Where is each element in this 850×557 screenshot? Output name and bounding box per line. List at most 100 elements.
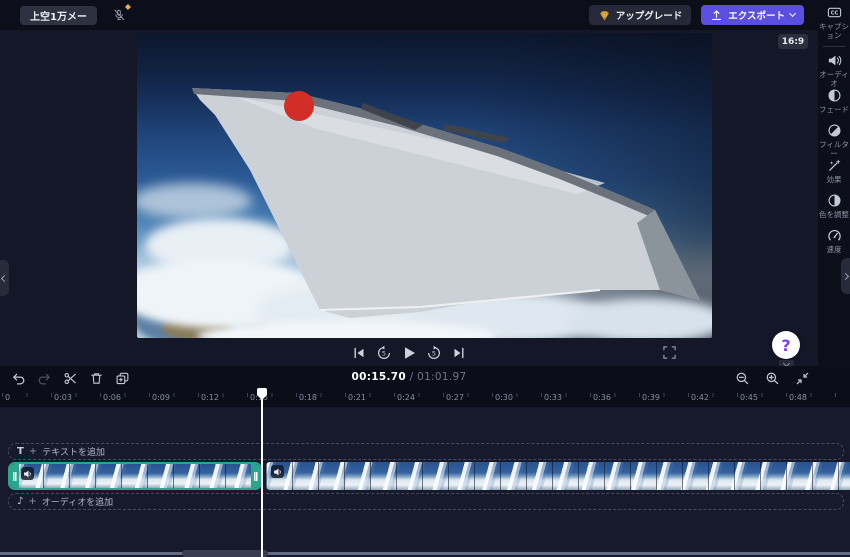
- play-button[interactable]: [398, 343, 420, 363]
- premium-badge-icon: [125, 4, 131, 10]
- time-display: 00:15.70 / 01:01.97: [0, 371, 818, 383]
- fade-icon: [827, 88, 842, 103]
- magic-wand-icon: [827, 158, 842, 173]
- svg-text:5: 5: [432, 349, 436, 357]
- export-icon: [710, 9, 723, 22]
- add-text-track[interactable]: T + テキストを追加: [8, 443, 844, 460]
- trim-handle-left[interactable]: [10, 464, 19, 488]
- upgrade-button[interactable]: アップグレード: [589, 5, 692, 25]
- rewind-5s-button[interactable]: 5: [373, 343, 395, 363]
- ruler-label: 0: [5, 393, 10, 402]
- speaker-icon: [827, 53, 842, 68]
- zoom-out-icon: [735, 371, 750, 386]
- sidebar-label: フェード: [819, 105, 849, 114]
- timeline-scrollbar-thumb[interactable]: [182, 550, 268, 557]
- aspect-ratio-badge[interactable]: 16:9: [778, 34, 808, 49]
- zoom-fit-button[interactable]: [790, 369, 814, 387]
- help-button[interactable]: ?: [772, 331, 800, 359]
- video-clip-2[interactable]: [266, 462, 850, 490]
- ruler-label: 0:39: [642, 393, 660, 402]
- playhead[interactable]: [261, 388, 263, 557]
- clip-audio-icon[interactable]: [271, 465, 284, 478]
- timeline-scrollbar[interactable]: [0, 552, 850, 555]
- zoom-in-button[interactable]: [760, 369, 784, 387]
- mic-off-button[interactable]: [107, 4, 131, 26]
- plus-icon: +: [29, 446, 37, 457]
- ruler-label: 0:48: [789, 393, 807, 402]
- clip-audio-icon[interactable]: [21, 467, 34, 480]
- ruler-label: 0:45: [740, 393, 758, 402]
- add-audio-track[interactable]: ♪ + オーディオを追加: [8, 493, 844, 510]
- svg-text:CC: CC: [830, 11, 838, 17]
- skip-start-button[interactable]: [348, 343, 370, 363]
- ruler-label: 0:18: [299, 393, 317, 402]
- clip-thumbnails: [17, 464, 253, 488]
- sidebar-label: 効果: [819, 175, 849, 184]
- fullscreen-button[interactable]: [659, 342, 679, 362]
- top-bar: 上空1万メー アップグレード エクスポート: [0, 0, 818, 30]
- collapse-right-panel-tab[interactable]: [841, 258, 850, 294]
- filter-icon: [827, 123, 842, 138]
- ruler-label: 0:36: [593, 393, 611, 402]
- plus-icon: +: [28, 496, 36, 507]
- ruler-label: 0:42: [691, 393, 709, 402]
- timeline: 00:15.70 / 01:01.97 0 0:03 0:06 0:09: [0, 366, 850, 557]
- music-note-icon: ♪: [17, 496, 23, 507]
- sidebar-item-filters[interactable]: フィルター: [818, 123, 850, 158]
- sidebar-divider: [823, 46, 845, 47]
- upgrade-label: アップグレード: [616, 8, 683, 22]
- fit-to-screen-icon: [795, 371, 810, 386]
- zoom-out-button[interactable]: [730, 369, 754, 387]
- ruler-label: 0:03: [54, 393, 72, 402]
- timeline-tracks: T + テキストを追加 ♪ + オーディオ: [0, 407, 850, 557]
- airplane-wing: [137, 33, 712, 338]
- sidebar-item-speed[interactable]: 速度: [818, 228, 850, 254]
- ruler-label: 0:27: [446, 393, 464, 402]
- zoom-in-icon: [765, 371, 780, 386]
- project-title-button[interactable]: 上空1万メー: [20, 6, 97, 25]
- chevron-right-icon: [842, 272, 849, 279]
- mic-off-icon: [113, 7, 125, 23]
- forward-5s-button[interactable]: 5: [423, 343, 445, 363]
- ruler-label: 0:33: [544, 393, 562, 402]
- fullscreen-icon: [662, 345, 677, 360]
- video-clip-1[interactable]: [8, 462, 262, 490]
- add-text-label: テキストを追加: [42, 445, 105, 458]
- chevron-down-icon: [789, 10, 796, 17]
- sidebar-label: フィルター: [819, 140, 849, 158]
- playback-controls: 5 5: [0, 342, 818, 364]
- properties-sidebar: CC キャプション オーディオ フェード フィルター: [818, 0, 850, 366]
- total-duration: 01:01.97: [417, 371, 466, 383]
- ruler-label: 0:24: [397, 393, 415, 402]
- sidebar-item-color-adjust[interactable]: 色を調整: [818, 193, 850, 219]
- sidebar-item-captions[interactable]: CC キャプション: [818, 5, 850, 40]
- export-button[interactable]: エクスポート: [701, 5, 804, 25]
- preview-stage: 16:9: [0, 30, 818, 366]
- skip-end-button[interactable]: [448, 343, 470, 363]
- contrast-icon: [827, 193, 842, 208]
- timeline-ruler[interactable]: 0 0:03 0:06 0:09 0:12 0:15 0:18 0:21 0:2…: [0, 390, 850, 407]
- sidebar-label: 色を調整: [819, 210, 849, 219]
- clip-thumbnails: [266, 462, 850, 490]
- sidebar-label: オーディオ: [819, 70, 849, 88]
- clipchamp-app: 上空1万メー アップグレード エクスポート: [0, 0, 850, 557]
- sidebar-item-fade[interactable]: フェード: [818, 88, 850, 114]
- timeline-toolbar: 00:15.70 / 01:01.97: [0, 366, 850, 390]
- ruler-label: 0:30: [495, 393, 513, 402]
- trim-handle-right[interactable]: [251, 464, 260, 488]
- export-label: エクスポート: [728, 8, 785, 22]
- ruler-label: 0:09: [152, 393, 170, 402]
- sidebar-item-audio[interactable]: オーディオ: [818, 53, 850, 88]
- diamond-gem-icon: [598, 9, 611, 22]
- video-preview[interactable]: [137, 33, 712, 338]
- ruler-label: 0:21: [348, 393, 366, 402]
- collapse-left-panel-tab[interactable]: [0, 260, 9, 296]
- ruler-label: 0:12: [201, 393, 219, 402]
- current-time: 00:15.70: [352, 371, 406, 383]
- svg-text:5: 5: [382, 349, 386, 357]
- sidebar-item-effects[interactable]: 効果: [818, 158, 850, 184]
- sidebar-label: 速度: [819, 245, 849, 254]
- zoom-tools-group: [730, 369, 814, 387]
- add-audio-label: オーディオを追加: [42, 495, 113, 508]
- text-icon: T: [17, 446, 24, 457]
